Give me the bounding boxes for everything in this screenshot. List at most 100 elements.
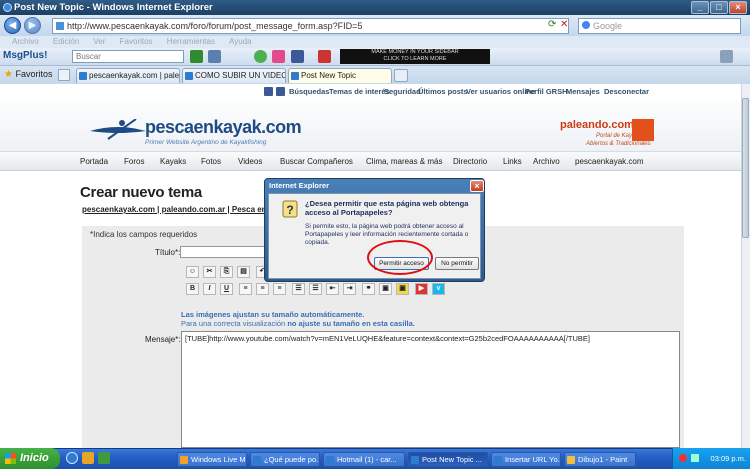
menu-archivo[interactable]: Archivo — [12, 37, 39, 46]
folder-quicklaunch-icon[interactable] — [82, 452, 94, 464]
outdent-icon[interactable]: ⇤ — [326, 283, 339, 295]
nav-pescaenkayak[interactable]: pescaenkayak.com — [575, 152, 643, 171]
refresh-icon[interactable]: ⟳ — [548, 19, 556, 30]
upload-image-icon[interactable]: ▣ — [396, 283, 409, 295]
menu-ver[interactable]: Ver — [93, 37, 105, 46]
link-temas-interes[interactable]: Temas de interés — [329, 84, 390, 99]
task-que-puede[interactable]: ¿Qué puede po... — [250, 452, 320, 467]
nav-archivo[interactable]: Archivo — [533, 152, 560, 171]
link-busquedas[interactable]: Búsquedas — [289, 84, 329, 99]
go-icon[interactable] — [190, 50, 203, 63]
nav-clima[interactable]: Clima, mareas & más — [366, 152, 442, 171]
tab-como-subir-video[interactable]: COMO SUBIR UN VIDEO? — [182, 68, 286, 83]
nav-buscar-companeros[interactable]: Buscar Compañeros — [280, 152, 353, 171]
kayak-logo-icon[interactable] — [88, 119, 148, 141]
align-left-icon[interactable]: ≡ — [239, 283, 252, 295]
facebook-icon[interactable] — [264, 87, 273, 96]
ie-logo-icon — [3, 3, 12, 12]
wrench-icon[interactable] — [720, 50, 733, 63]
title-input[interactable] — [180, 246, 275, 258]
messenger-quicklaunch-icon[interactable] — [98, 452, 110, 464]
tray-network-icon[interactable] — [691, 454, 699, 462]
ie-quicklaunch-icon[interactable] — [66, 452, 78, 464]
nav-videos[interactable]: Videos — [238, 152, 262, 171]
paste-icon[interactable]: ▤ — [237, 266, 250, 278]
back-arrow-icon[interactable]: ◀ — [4, 17, 21, 34]
favorites-button[interactable]: ★ Favoritos — [4, 69, 53, 80]
new-tab-button[interactable] — [394, 69, 408, 82]
vimeo-embed-icon[interactable]: v — [432, 283, 445, 295]
link-ultimos-posts[interactable]: Últimos posts — [418, 84, 468, 99]
task-label: Post New Topic ... — [422, 455, 482, 464]
partner-logo-icon[interactable] — [632, 119, 654, 141]
unordered-list-icon[interactable]: ☰ — [309, 283, 322, 295]
image-icon[interactable]: ▣ — [379, 283, 392, 295]
tab-post-new-topic[interactable]: Post New Topic — [288, 68, 392, 83]
youtube-icon[interactable] — [318, 50, 331, 63]
tray-alert-icon[interactable] — [679, 454, 687, 462]
align-right-icon[interactable]: ≡ — [273, 283, 286, 295]
ad-banner[interactable]: MAKE MONEY IN YOUR SIDEBAR CLICK TO LEAR… — [340, 49, 490, 64]
bold-button[interactable]: B — [186, 283, 199, 295]
tab-label: COMO SUBIR UN VIDEO? — [195, 71, 286, 80]
menu-edicion[interactable]: Edición — [53, 37, 79, 46]
youtube-embed-icon[interactable]: ▶ — [415, 283, 428, 295]
msgplus-button[interactable]: MsgPlus! — [3, 50, 47, 61]
menu-favoritos[interactable]: Favoritos — [120, 37, 153, 46]
underline-button[interactable]: U — [220, 283, 233, 295]
nav-foros[interactable]: Foros — [124, 152, 144, 171]
scrollbar-thumb[interactable] — [742, 98, 749, 238]
close-window-button[interactable]: × — [729, 1, 747, 14]
task-icon — [253, 456, 261, 464]
italic-button[interactable]: I — [203, 283, 216, 295]
address-input[interactable]: http://www.pescaenkayak.com/foro/forum/p… — [52, 18, 569, 34]
link-seguridad[interactable]: Seguridad — [384, 84, 421, 99]
nav-fotos[interactable]: Fotos — [201, 152, 221, 171]
search-input[interactable]: Google — [578, 18, 741, 34]
cut-icon[interactable]: ✂ — [203, 266, 216, 278]
forward-arrow-icon[interactable]: ▶ — [24, 17, 41, 34]
link-desconectar[interactable]: Desconectar — [604, 84, 649, 99]
task-icon — [180, 456, 188, 464]
toolbar-search-input[interactable]: Buscar — [72, 50, 184, 63]
start-button[interactable]: Inicio — [0, 448, 60, 469]
link-perfil[interactable]: Perfil GRSH — [525, 84, 568, 99]
help-icon[interactable] — [254, 50, 267, 63]
task-windows-live[interactable]: Windows Live M... — [177, 452, 247, 467]
task-insertar-url[interactable]: Insertar URL Yo... — [491, 452, 561, 467]
tab-list-icon[interactable] — [58, 69, 70, 81]
minimize-button[interactable]: _ — [691, 1, 709, 14]
start-label: Inicio — [20, 452, 49, 464]
smiley-icon[interactable]: ☺ — [186, 266, 199, 278]
site-logo[interactable]: pescaenkayak.com — [145, 117, 302, 138]
task-post-new-topic[interactable]: Post New Topic ... — [408, 452, 488, 467]
indent-icon[interactable]: ⇥ — [343, 283, 356, 295]
align-center-icon[interactable]: ≡ — [256, 283, 269, 295]
menu-ayuda[interactable]: Ayuda — [229, 37, 252, 46]
task-paint[interactable]: Dibujo1 - Paint — [564, 452, 636, 467]
ordered-list-icon[interactable]: ☰ — [292, 283, 305, 295]
hearts-icon[interactable] — [272, 50, 285, 63]
tab-pescaenkayak[interactable]: pescaenkayak.com | paleando... — [76, 68, 180, 83]
nav-links[interactable]: Links — [503, 152, 522, 171]
nav-portada[interactable]: Portada — [80, 152, 108, 171]
nav-directorio[interactable]: Directorio — [453, 152, 487, 171]
task-hotmail[interactable]: Hotmail (1) - car... — [323, 452, 405, 467]
google-icon — [582, 21, 590, 29]
facebook-icon[interactable] — [291, 50, 304, 63]
page-icon — [56, 22, 64, 30]
maximize-button[interactable]: □ — [710, 1, 728, 14]
menu-herramientas[interactable]: Herramientas — [167, 37, 215, 46]
breadcrumb[interactable]: pescaenkayak.com | paleando.com.ar | Pes… — [82, 205, 292, 214]
stop-icon[interactable]: ✕ — [560, 19, 568, 30]
deny-access-button[interactable]: No permitir — [435, 257, 479, 270]
dialog-close-button[interactable]: × — [470, 180, 484, 192]
message-textarea[interactable]: [TUBE]http://www.youtube.com/watch?v=mEN… — [181, 331, 680, 448]
tools-icon[interactable] — [208, 50, 221, 63]
link-icon[interactable]: ⚭ — [362, 283, 375, 295]
url-text: http://www.pescaenkayak.com/foro/forum/p… — [67, 21, 363, 31]
copy-icon[interactable]: ⎘ — [220, 266, 233, 278]
nav-kayaks[interactable]: Kayaks — [160, 152, 186, 171]
twitter-icon[interactable] — [276, 87, 285, 96]
link-mensajes[interactable]: Mensajes — [566, 84, 600, 99]
